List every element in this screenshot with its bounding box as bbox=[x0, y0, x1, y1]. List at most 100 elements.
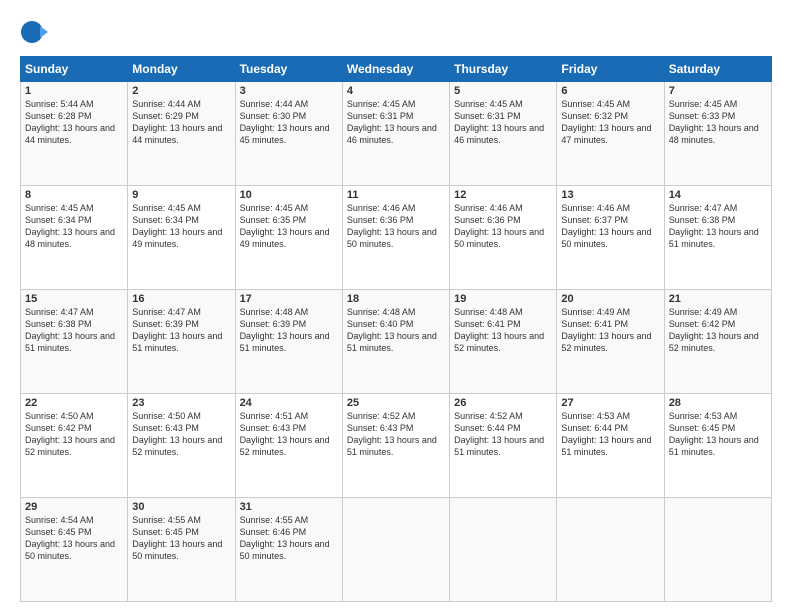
calendar-cell: 15 Sunrise: 4:47 AMSunset: 6:38 PMDaylig… bbox=[21, 290, 128, 394]
day-number: 16 bbox=[132, 293, 230, 305]
calendar-cell: 31 Sunrise: 4:55 AMSunset: 6:46 PMDaylig… bbox=[235, 498, 342, 602]
calendar-week-row: 15 Sunrise: 4:47 AMSunset: 6:38 PMDaylig… bbox=[21, 290, 772, 394]
calendar-header-tuesday: Tuesday bbox=[235, 57, 342, 82]
calendar-header-friday: Friday bbox=[557, 57, 664, 82]
cell-content: Sunrise: 4:49 AMSunset: 6:42 PMDaylight:… bbox=[669, 306, 767, 355]
cell-content: Sunrise: 4:45 AMSunset: 6:34 PMDaylight:… bbox=[25, 202, 123, 251]
cell-content: Sunrise: 5:44 AMSunset: 6:28 PMDaylight:… bbox=[25, 98, 123, 147]
calendar-table: SundayMondayTuesdayWednesdayThursdayFrid… bbox=[20, 56, 772, 602]
cell-content: Sunrise: 4:51 AMSunset: 6:43 PMDaylight:… bbox=[240, 410, 338, 459]
cell-content: Sunrise: 4:49 AMSunset: 6:41 PMDaylight:… bbox=[561, 306, 659, 355]
day-number: 28 bbox=[669, 397, 767, 409]
cell-content: Sunrise: 4:52 AMSunset: 6:44 PMDaylight:… bbox=[454, 410, 552, 459]
calendar-cell: 1 Sunrise: 5:44 AMSunset: 6:28 PMDayligh… bbox=[21, 82, 128, 186]
day-number: 19 bbox=[454, 293, 552, 305]
calendar-cell: 26 Sunrise: 4:52 AMSunset: 6:44 PMDaylig… bbox=[450, 394, 557, 498]
day-number: 29 bbox=[25, 501, 123, 513]
calendar-cell bbox=[342, 498, 449, 602]
calendar-header-monday: Monday bbox=[128, 57, 235, 82]
day-number: 15 bbox=[25, 293, 123, 305]
calendar-cell: 11 Sunrise: 4:46 AMSunset: 6:36 PMDaylig… bbox=[342, 186, 449, 290]
day-number: 26 bbox=[454, 397, 552, 409]
calendar-week-row: 1 Sunrise: 5:44 AMSunset: 6:28 PMDayligh… bbox=[21, 82, 772, 186]
calendar-cell: 12 Sunrise: 4:46 AMSunset: 6:36 PMDaylig… bbox=[450, 186, 557, 290]
calendar-header-wednesday: Wednesday bbox=[342, 57, 449, 82]
calendar-cell bbox=[664, 498, 771, 602]
cell-content: Sunrise: 4:52 AMSunset: 6:43 PMDaylight:… bbox=[347, 410, 445, 459]
calendar-cell: 4 Sunrise: 4:45 AMSunset: 6:31 PMDayligh… bbox=[342, 82, 449, 186]
day-number: 1 bbox=[25, 85, 123, 97]
calendar-cell: 13 Sunrise: 4:46 AMSunset: 6:37 PMDaylig… bbox=[557, 186, 664, 290]
calendar-cell: 9 Sunrise: 4:45 AMSunset: 6:34 PMDayligh… bbox=[128, 186, 235, 290]
cell-content: Sunrise: 4:44 AMSunset: 6:29 PMDaylight:… bbox=[132, 98, 230, 147]
day-number: 7 bbox=[669, 85, 767, 97]
cell-content: Sunrise: 4:46 AMSunset: 6:36 PMDaylight:… bbox=[454, 202, 552, 251]
calendar-cell: 29 Sunrise: 4:54 AMSunset: 6:45 PMDaylig… bbox=[21, 498, 128, 602]
cell-content: Sunrise: 4:45 AMSunset: 6:35 PMDaylight:… bbox=[240, 202, 338, 251]
cell-content: Sunrise: 4:55 AMSunset: 6:46 PMDaylight:… bbox=[240, 514, 338, 563]
cell-content: Sunrise: 4:48 AMSunset: 6:39 PMDaylight:… bbox=[240, 306, 338, 355]
day-number: 30 bbox=[132, 501, 230, 513]
calendar-cell: 8 Sunrise: 4:45 AMSunset: 6:34 PMDayligh… bbox=[21, 186, 128, 290]
day-number: 14 bbox=[669, 189, 767, 201]
calendar-cell bbox=[450, 498, 557, 602]
calendar-header-sunday: Sunday bbox=[21, 57, 128, 82]
day-number: 4 bbox=[347, 85, 445, 97]
day-number: 27 bbox=[561, 397, 659, 409]
cell-content: Sunrise: 4:45 AMSunset: 6:33 PMDaylight:… bbox=[669, 98, 767, 147]
calendar-cell: 19 Sunrise: 4:48 AMSunset: 6:41 PMDaylig… bbox=[450, 290, 557, 394]
cell-content: Sunrise: 4:48 AMSunset: 6:40 PMDaylight:… bbox=[347, 306, 445, 355]
calendar-week-row: 29 Sunrise: 4:54 AMSunset: 6:45 PMDaylig… bbox=[21, 498, 772, 602]
calendar-cell: 5 Sunrise: 4:45 AMSunset: 6:31 PMDayligh… bbox=[450, 82, 557, 186]
day-number: 5 bbox=[454, 85, 552, 97]
cell-content: Sunrise: 4:53 AMSunset: 6:44 PMDaylight:… bbox=[561, 410, 659, 459]
cell-content: Sunrise: 4:47 AMSunset: 6:38 PMDaylight:… bbox=[669, 202, 767, 251]
cell-content: Sunrise: 4:47 AMSunset: 6:38 PMDaylight:… bbox=[25, 306, 123, 355]
day-number: 31 bbox=[240, 501, 338, 513]
calendar-header-saturday: Saturday bbox=[664, 57, 771, 82]
day-number: 2 bbox=[132, 85, 230, 97]
calendar-cell: 25 Sunrise: 4:52 AMSunset: 6:43 PMDaylig… bbox=[342, 394, 449, 498]
logo-icon bbox=[20, 18, 48, 46]
calendar-header-row: SundayMondayTuesdayWednesdayThursdayFrid… bbox=[21, 57, 772, 82]
calendar-cell: 17 Sunrise: 4:48 AMSunset: 6:39 PMDaylig… bbox=[235, 290, 342, 394]
calendar-cell: 7 Sunrise: 4:45 AMSunset: 6:33 PMDayligh… bbox=[664, 82, 771, 186]
cell-content: Sunrise: 4:45 AMSunset: 6:31 PMDaylight:… bbox=[454, 98, 552, 147]
cell-content: Sunrise: 4:50 AMSunset: 6:43 PMDaylight:… bbox=[132, 410, 230, 459]
calendar-cell: 22 Sunrise: 4:50 AMSunset: 6:42 PMDaylig… bbox=[21, 394, 128, 498]
page: SundayMondayTuesdayWednesdayThursdayFrid… bbox=[0, 0, 792, 612]
cell-content: Sunrise: 4:54 AMSunset: 6:45 PMDaylight:… bbox=[25, 514, 123, 563]
day-number: 20 bbox=[561, 293, 659, 305]
cell-content: Sunrise: 4:53 AMSunset: 6:45 PMDaylight:… bbox=[669, 410, 767, 459]
calendar-cell: 2 Sunrise: 4:44 AMSunset: 6:29 PMDayligh… bbox=[128, 82, 235, 186]
logo bbox=[20, 18, 52, 46]
calendar-header-thursday: Thursday bbox=[450, 57, 557, 82]
header bbox=[20, 18, 772, 46]
calendar-week-row: 8 Sunrise: 4:45 AMSunset: 6:34 PMDayligh… bbox=[21, 186, 772, 290]
day-number: 24 bbox=[240, 397, 338, 409]
day-number: 18 bbox=[347, 293, 445, 305]
day-number: 9 bbox=[132, 189, 230, 201]
day-number: 3 bbox=[240, 85, 338, 97]
day-number: 10 bbox=[240, 189, 338, 201]
calendar-cell: 24 Sunrise: 4:51 AMSunset: 6:43 PMDaylig… bbox=[235, 394, 342, 498]
cell-content: Sunrise: 4:47 AMSunset: 6:39 PMDaylight:… bbox=[132, 306, 230, 355]
cell-content: Sunrise: 4:46 AMSunset: 6:37 PMDaylight:… bbox=[561, 202, 659, 251]
calendar-cell: 21 Sunrise: 4:49 AMSunset: 6:42 PMDaylig… bbox=[664, 290, 771, 394]
calendar-cell bbox=[557, 498, 664, 602]
day-number: 21 bbox=[669, 293, 767, 305]
day-number: 25 bbox=[347, 397, 445, 409]
day-number: 11 bbox=[347, 189, 445, 201]
calendar-cell: 30 Sunrise: 4:55 AMSunset: 6:45 PMDaylig… bbox=[128, 498, 235, 602]
calendar-cell: 10 Sunrise: 4:45 AMSunset: 6:35 PMDaylig… bbox=[235, 186, 342, 290]
cell-content: Sunrise: 4:55 AMSunset: 6:45 PMDaylight:… bbox=[132, 514, 230, 563]
calendar-cell: 16 Sunrise: 4:47 AMSunset: 6:39 PMDaylig… bbox=[128, 290, 235, 394]
calendar-cell: 6 Sunrise: 4:45 AMSunset: 6:32 PMDayligh… bbox=[557, 82, 664, 186]
cell-content: Sunrise: 4:50 AMSunset: 6:42 PMDaylight:… bbox=[25, 410, 123, 459]
cell-content: Sunrise: 4:45 AMSunset: 6:32 PMDaylight:… bbox=[561, 98, 659, 147]
cell-content: Sunrise: 4:48 AMSunset: 6:41 PMDaylight:… bbox=[454, 306, 552, 355]
calendar-cell: 20 Sunrise: 4:49 AMSunset: 6:41 PMDaylig… bbox=[557, 290, 664, 394]
day-number: 8 bbox=[25, 189, 123, 201]
day-number: 12 bbox=[454, 189, 552, 201]
day-number: 23 bbox=[132, 397, 230, 409]
